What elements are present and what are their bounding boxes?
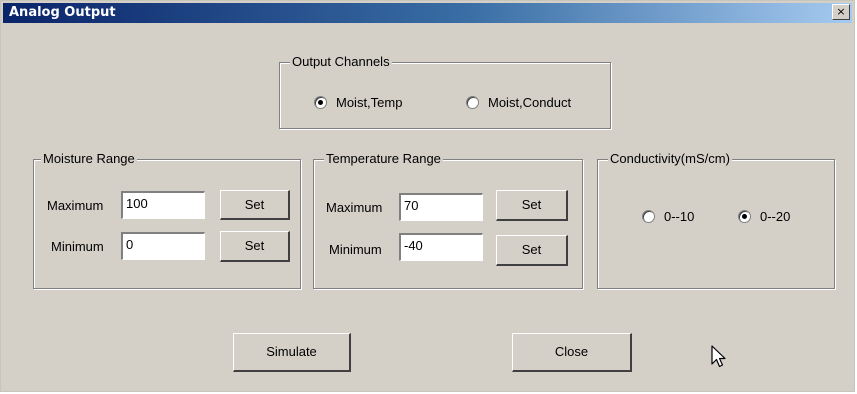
- close-window-button[interactable]: ×: [832, 4, 850, 20]
- title-bar: Analog Output ×: [3, 3, 852, 23]
- radio-label: Moist,Conduct: [488, 94, 572, 110]
- moisture-range-legend: Moisture Range: [41, 151, 137, 166]
- output-channels-group: Output Channels Moist,Temp Moist,Conduct: [279, 54, 611, 129]
- radio-selected-dot: [742, 213, 747, 219]
- radio-button[interactable]: [642, 209, 655, 223]
- moisture-min-label: Minimum: [51, 239, 104, 254]
- temperature-min-set-button[interactable]: Set: [496, 235, 568, 266]
- mouse-pointer-icon: [711, 345, 726, 368]
- simulate-button[interactable]: Simulate: [233, 333, 351, 372]
- temperature-min-input[interactable]: -40: [399, 233, 483, 261]
- radio-button[interactable]: [738, 209, 751, 223]
- moisture-min-input[interactable]: 0: [121, 232, 205, 260]
- conductivity-group: Conductivity(mS/cm) 0--10 0--20: [597, 151, 835, 289]
- temperature-max-label: Maximum: [326, 200, 383, 215]
- output-channels-legend: Output Channels: [290, 54, 392, 69]
- conductivity-legend: Conductivity(mS/cm): [608, 151, 732, 166]
- moisture-max-label: Maximum: [47, 198, 104, 213]
- radio-label: Moist,Temp: [336, 94, 403, 110]
- close-button[interactable]: Close: [512, 333, 632, 372]
- radio-selected-dot: [318, 99, 323, 105]
- temperature-range-group: Temperature Range Maximum 70 Set Minimum…: [313, 151, 583, 289]
- radio-button[interactable]: [466, 95, 479, 109]
- analog-output-dialog: Analog Output × Output Channels Moist,Te…: [0, 0, 855, 392]
- moisture-range-group: Moisture Range Maximum 100 Set Minimum 0…: [33, 151, 301, 289]
- radio-conductivity-0-10[interactable]: 0--10: [642, 208, 694, 224]
- radio-moist-conduct[interactable]: Moist,Conduct: [466, 94, 571, 110]
- temperature-max-input[interactable]: 70: [399, 193, 483, 221]
- temperature-range-legend: Temperature Range: [324, 151, 443, 166]
- radio-label: 0--20: [760, 208, 791, 224]
- radio-label: 0--10: [664, 208, 695, 224]
- radio-button[interactable]: [314, 95, 327, 109]
- moisture-min-set-button[interactable]: Set: [220, 231, 290, 262]
- radio-moist-temp[interactable]: Moist,Temp: [314, 94, 402, 110]
- moisture-max-set-button[interactable]: Set: [220, 190, 290, 220]
- moisture-max-input[interactable]: 100: [121, 191, 205, 219]
- radio-conductivity-0-20[interactable]: 0--20: [738, 208, 790, 224]
- window-title: Analog Output: [9, 5, 116, 20]
- temperature-min-label: Minimum: [329, 242, 382, 257]
- temperature-max-set-button[interactable]: Set: [496, 190, 568, 221]
